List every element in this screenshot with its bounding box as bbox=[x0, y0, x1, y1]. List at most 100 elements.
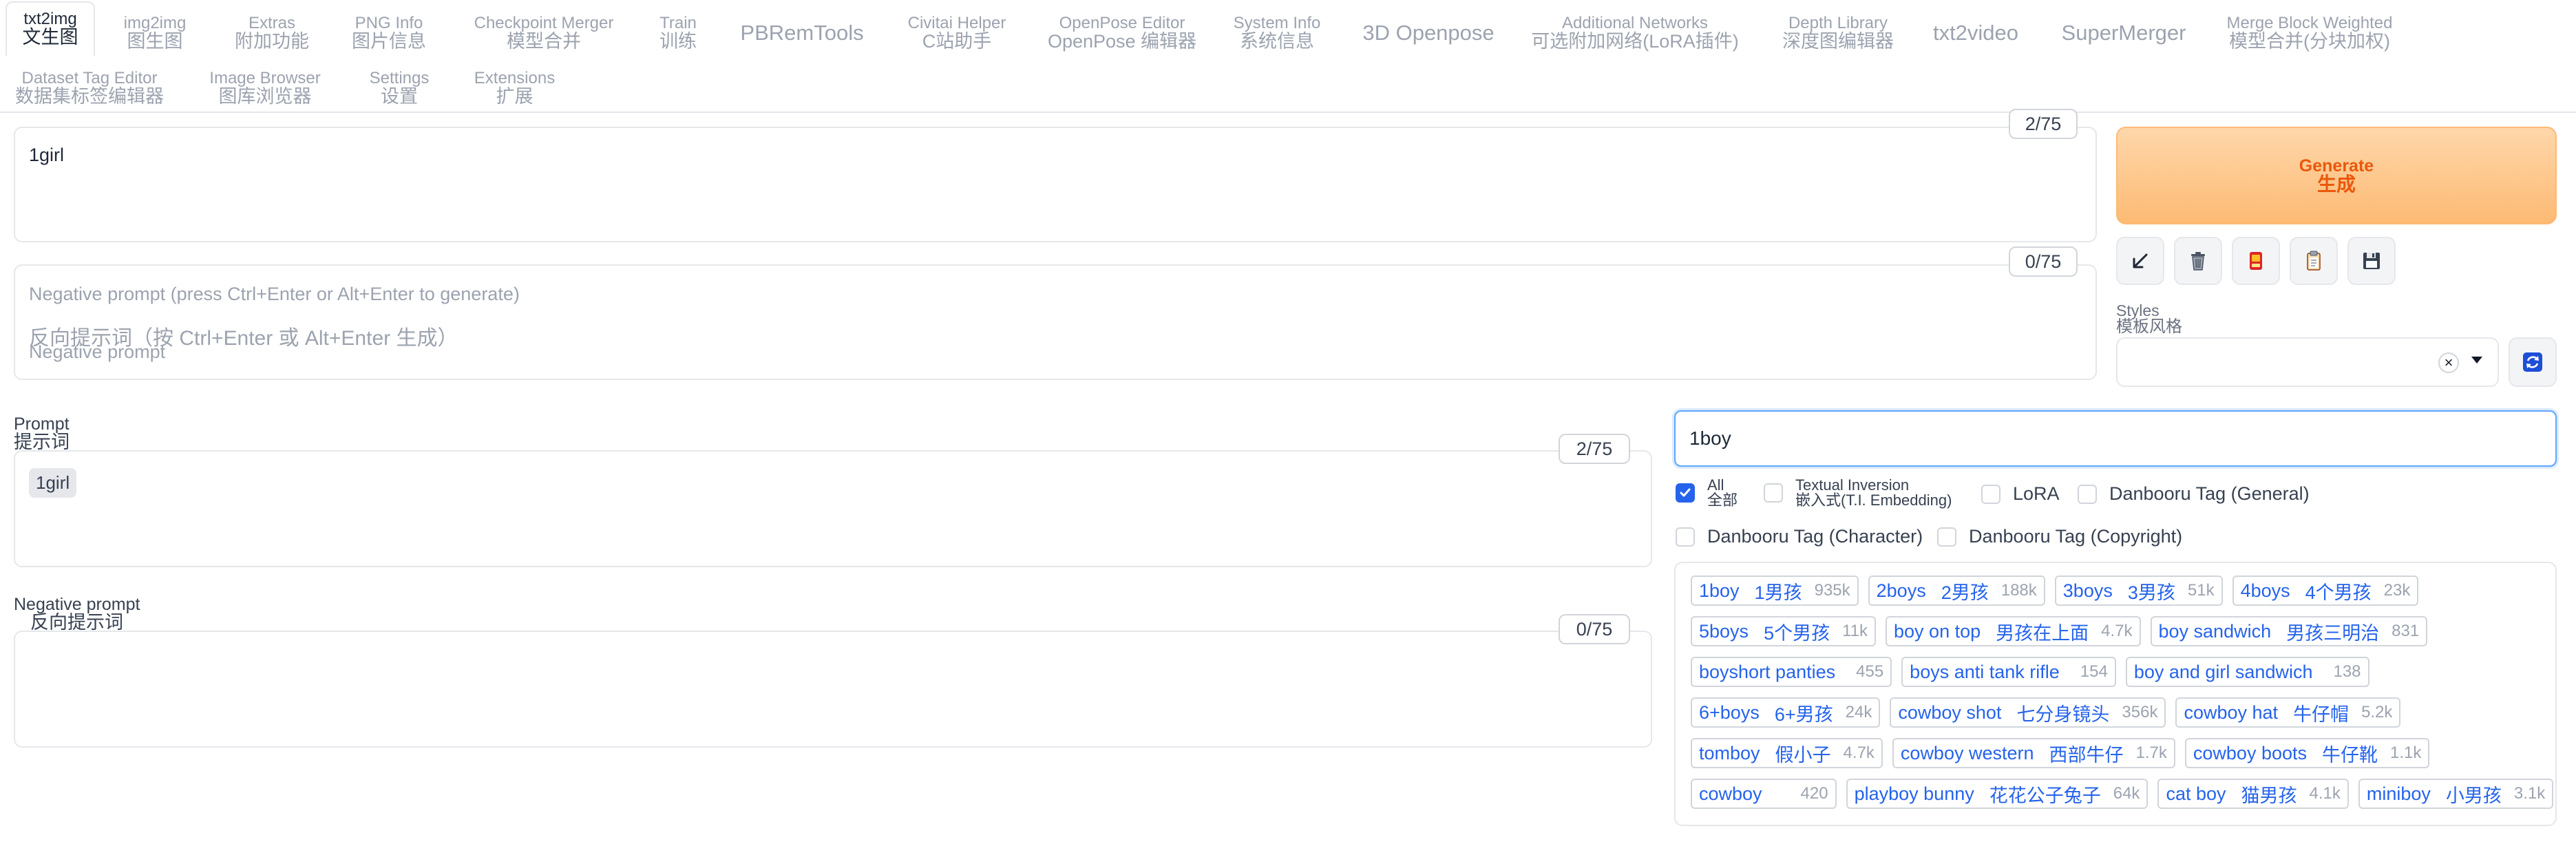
tab-extras[interactable]: Extras 附加功能 bbox=[227, 14, 317, 52]
tab-img2img[interactable]: img2img 图生图 bbox=[110, 14, 200, 52]
tab-merge-block-weighted[interactable]: Merge Block Weighted 模型合并(分块加权) bbox=[2220, 14, 2399, 52]
refresh-styles-button[interactable] bbox=[2509, 337, 2557, 387]
tag-result[interactable]: boyshort panties 455 bbox=[1691, 657, 1892, 687]
tag-search-field[interactable] bbox=[1676, 412, 2555, 465]
tab-train[interactable]: Train 训练 bbox=[647, 14, 709, 52]
prompt-tag-box[interactable] bbox=[14, 450, 1652, 567]
extra-networks-button[interactable] bbox=[2232, 237, 2280, 285]
prompt-tag-chip[interactable]: 1girl bbox=[29, 468, 77, 498]
tag-name: boy sandwich bbox=[2158, 620, 2272, 642]
tab-label-zh: 模型合并 bbox=[507, 31, 581, 52]
styles-dropdown[interactable]: × bbox=[2116, 337, 2499, 387]
tag-result[interactable]: cowboy hat 牛仔帽 5.2k bbox=[2175, 697, 2401, 728]
tab-txt2video[interactable]: txt2video bbox=[1928, 14, 2024, 52]
tab-civitai-helper[interactable]: Civitai Helper C站助手 bbox=[895, 14, 1019, 52]
tag-result[interactable]: 5boys 5个男孩 11k bbox=[1691, 616, 1877, 646]
prompt-text: 1girl bbox=[29, 145, 65, 165]
tab-extensions[interactable]: Extensions 扩展 bbox=[468, 69, 561, 107]
filter-danbooru-copyright[interactable]: Danbooru Tag (Copyright) bbox=[1937, 526, 2182, 547]
close-icon[interactable]: × bbox=[2438, 352, 2459, 373]
tag-name: cowboy shot bbox=[1898, 701, 2002, 723]
styles-label-en: Styles bbox=[2116, 302, 2160, 319]
tag-name: boy on top bbox=[1894, 620, 1981, 642]
filter-danbooru-general[interactable]: Danbooru Tag (General) bbox=[2078, 483, 2310, 505]
tag-row: tomboy 假小子 4.7k cowboy western 西部牛仔 1.7k cow… bbox=[1691, 738, 2430, 768]
tag-result[interactable]: tomboy 假小子 4.7k bbox=[1691, 738, 1883, 768]
save-icon bbox=[2363, 253, 2380, 269]
negative-tag-box[interactable] bbox=[14, 631, 1652, 748]
chevron-down-icon[interactable] bbox=[2471, 357, 2482, 363]
tag-result[interactable]: cowboy boots 牛仔靴 1.1k bbox=[2184, 738, 2430, 768]
tab-dataset-tag-editor[interactable]: Dataset Tag Editor 数据集标签编辑器 bbox=[14, 69, 165, 107]
tab-pbremtools[interactable]: PBRemTools bbox=[730, 14, 874, 52]
tag-result[interactable]: 1boy 1男孩 935k bbox=[1691, 576, 1859, 606]
tag-search-input[interactable] bbox=[1674, 410, 2557, 467]
tag-count: 4.1k bbox=[2309, 784, 2341, 803]
tag-result[interactable]: boys anti tank rifle 154 bbox=[1901, 657, 2116, 687]
save-style-button[interactable] bbox=[2347, 237, 2396, 285]
checkbox-textual-inversion[interactable] bbox=[1764, 483, 1783, 503]
checkbox-danbooru-character[interactable] bbox=[1676, 527, 1695, 547]
tab-supermerger[interactable]: SuperMerger bbox=[2055, 14, 2193, 52]
filter-danbooru-character-label: Danbooru Tag (Character) bbox=[1707, 526, 1923, 547]
tab-label-zh: 附加功能 bbox=[235, 31, 309, 52]
tab-depth-library[interactable]: Depth Library 深度图编辑器 bbox=[1769, 14, 1907, 52]
apply-style-button[interactable] bbox=[2290, 237, 2338, 285]
tab-image-browser[interactable]: Image Browser 图库浏览器 bbox=[200, 69, 330, 107]
tab-label: Settings bbox=[369, 69, 430, 88]
tab-settings[interactable]: Settings 设置 bbox=[361, 69, 437, 107]
tag-result[interactable]: cowboy 420 bbox=[1691, 779, 1837, 809]
tab-openpose-editor[interactable]: OpenPose Editor OpenPose 编辑器 bbox=[1046, 14, 1198, 52]
tab-label: Merge Block Weighted bbox=[2226, 14, 2393, 33]
prompt-textarea[interactable] bbox=[14, 127, 2097, 242]
tag-row: 6+boys 6+男孩 24k cowboy shot 七分身镜头 356k cowbo… bbox=[1691, 697, 2401, 728]
tag-name: cowboy western bbox=[1900, 742, 2034, 763]
tag-result[interactable]: cowboy shot 七分身镜头 356k bbox=[1890, 697, 2166, 728]
tag-count: 11k bbox=[1842, 622, 1868, 640]
tab-system-info[interactable]: System Info 系统信息 bbox=[1225, 14, 1329, 52]
tab-additional-networks[interactable]: Additional Networks 可选附加网络(LoRA插件) bbox=[1531, 14, 1739, 52]
tab-label: PBRemTools bbox=[740, 20, 864, 45]
tag-result[interactable]: 4boys 4个男孩 23k bbox=[2232, 576, 2419, 606]
filter-danbooru-copyright-label: Danbooru Tag (Copyright) bbox=[1969, 526, 2183, 547]
tab-3d-openpose[interactable]: 3D Openpose bbox=[1356, 14, 1501, 52]
tag-result[interactable]: cowboy western 西部牛仔 1.7k bbox=[1892, 738, 2175, 768]
tag-result[interactable]: boy sandwich 男孩三明治 831 bbox=[2150, 616, 2428, 646]
tab-label-zh: 图库浏览器 bbox=[218, 86, 312, 107]
checkbox-danbooru-copyright[interactable] bbox=[1937, 527, 1956, 547]
filter-textual-inversion[interactable]: Textual Inversion 嵌入式(T.I. Embedding) bbox=[1764, 478, 1952, 508]
clear-prompt-button[interactable] bbox=[2174, 237, 2222, 285]
tab-label: Train bbox=[659, 14, 697, 33]
tag-name: boys anti tank rifle bbox=[1910, 661, 2060, 682]
tab-label: Additional Networks bbox=[1561, 14, 1709, 33]
tag-result[interactable]: 2boys 2男孩 188k bbox=[1868, 576, 2045, 606]
tab-label: Extensions bbox=[474, 69, 556, 88]
tag-result[interactable]: miniboy 小男孩 3.1k bbox=[2358, 779, 2554, 809]
tag-result[interactable]: 3boys 3男孩 51k bbox=[2054, 576, 2223, 606]
tag-result[interactable]: 6+boys 6+男孩 24k bbox=[1691, 697, 1881, 728]
filter-danbooru-character[interactable]: Danbooru Tag (Character) bbox=[1676, 526, 1923, 547]
tab-label: 3D Openpose bbox=[1362, 20, 1495, 45]
read-params-button[interactable] bbox=[2116, 237, 2164, 285]
tag-row: cowboy 420 playboy bunny 花花公子兔子 64k cat boy… bbox=[1691, 779, 2554, 809]
negative-token-counter: 0/75 bbox=[2009, 246, 2078, 277]
tab-label: System Info bbox=[1233, 14, 1321, 33]
tab-checkpoint-merger[interactable]: Checkpoint Merger 模型合并 bbox=[461, 14, 626, 52]
tag-result[interactable]: cat boy 猫男孩 4.1k bbox=[2157, 779, 2349, 809]
tag-result[interactable]: playboy bunny 花花公子兔子 64k bbox=[1846, 779, 2149, 809]
tab-png-info[interactable]: PNG Info 图片信息 bbox=[344, 14, 434, 52]
generate-button[interactable]: Generate 生成 bbox=[2116, 127, 2557, 224]
tag-translation: 男孩三明治 bbox=[2286, 622, 2380, 644]
tag-result[interactable]: boy on top 男孩在上面 4.7k bbox=[1886, 616, 2141, 646]
tag-result[interactable]: boy and girl sandwich 138 bbox=[2125, 657, 2369, 687]
prompt-label-en: Prompt bbox=[14, 414, 70, 434]
checkbox-lora[interactable] bbox=[1981, 484, 2000, 504]
tab-label-zh: OpenPose 编辑器 bbox=[1047, 31, 1197, 52]
checkbox-all[interactable] bbox=[1676, 483, 1695, 503]
filter-all[interactable]: All 全部 bbox=[1676, 478, 1738, 508]
tab-txt2img[interactable]: txt2img 文生图 bbox=[6, 1, 95, 56]
filter-lora[interactable]: LoRA bbox=[1981, 483, 2060, 505]
tag-row: 5boys 5个男孩 11k boy on top 男孩在上面 4.7k boy san… bbox=[1691, 616, 2428, 646]
checkbox-danbooru-general[interactable] bbox=[2078, 484, 2097, 504]
tag-translation: 七分身镜头 bbox=[2016, 704, 2110, 725]
